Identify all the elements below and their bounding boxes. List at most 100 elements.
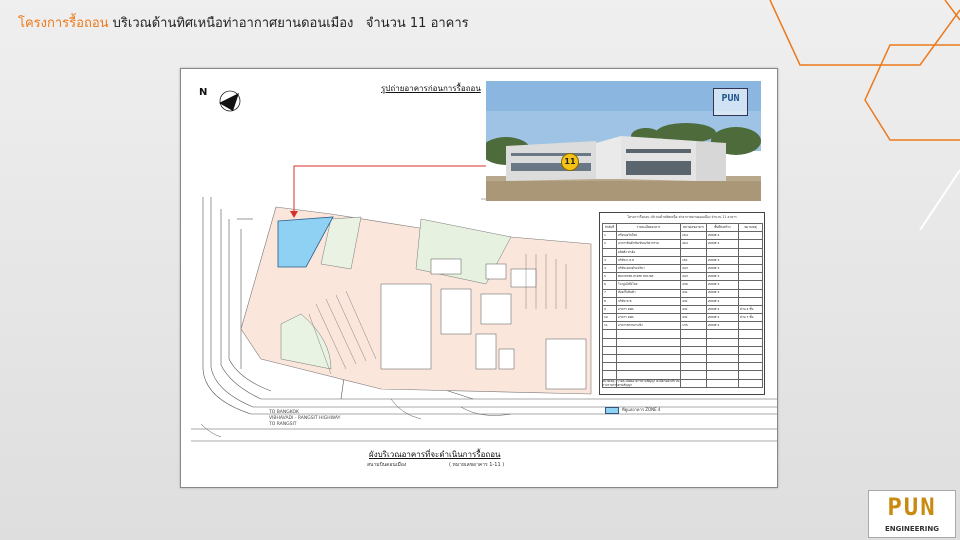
logo-subtitle: ENGINEERING bbox=[884, 525, 939, 533]
table-cell bbox=[706, 353, 739, 364]
table-note: หมายเหตุ : รายละเอียดอาคารตามสัญญา ดังนี… bbox=[602, 379, 762, 387]
photo-caption: รูปถ่ายอาคารก่อนการรื้อถอน bbox=[381, 84, 481, 93]
table-cell: ZONE 4 bbox=[706, 296, 739, 306]
table-cell bbox=[706, 345, 739, 356]
table-cell bbox=[602, 337, 617, 347]
table-cell: 441 bbox=[680, 304, 707, 315]
table-row: 9 อาคาร ดอด 441 ZONE 4 ส่วน 4 ชั้น bbox=[602, 304, 763, 315]
table-row: ผลิตสิ่ง ท่าอ้อ bbox=[602, 247, 763, 257]
table-row bbox=[602, 362, 763, 372]
table-cell bbox=[738, 239, 763, 249]
table-cell bbox=[738, 362, 763, 372]
table-cell: 135 bbox=[680, 321, 707, 331]
map-subcaption: สนามบินดอนเมือง bbox=[367, 462, 407, 468]
zone-legend: ที่ดูแลอาคาร ZONE 4 bbox=[605, 406, 660, 414]
table-cell bbox=[706, 329, 739, 339]
building-photo: 11 PUN bbox=[486, 81, 761, 201]
site-plan-sheet: N 11 PUN รูปถ่ายอาคารก่อนการรื้อถอน โครง… bbox=[180, 68, 778, 488]
table-cell: 4 bbox=[602, 263, 617, 274]
table-row bbox=[602, 345, 763, 356]
table-cell bbox=[680, 370, 707, 380]
table-cell: โรงปูนไม้นิโลย bbox=[616, 280, 681, 290]
building-list-table-box: โครงการรื้อถอน บริเวณด้านทิศเหนือ ท่าอาก… bbox=[599, 212, 765, 395]
table-cell: บริษัท อยกดำมนริยา bbox=[616, 263, 681, 274]
table-cell bbox=[738, 345, 763, 356]
table-cell: 9 bbox=[602, 304, 617, 315]
table-row: 7 ห้องเก็บสินค้า 441 ZONE 4 bbox=[602, 288, 763, 298]
table-cell bbox=[738, 288, 763, 298]
table-cell: ZONE 4 bbox=[706, 263, 739, 274]
table-cell: 441 bbox=[680, 313, 707, 323]
table-cell bbox=[706, 362, 739, 372]
table-row bbox=[602, 353, 763, 364]
table-row: 10 อาคาร ดอด 441 ZONE 4 ส่วน 7 ชั้น bbox=[602, 313, 763, 323]
table-cell: 441 bbox=[680, 296, 707, 306]
table-cell: ZONE 4 bbox=[706, 272, 739, 282]
table-cell bbox=[738, 296, 763, 306]
table-cell bbox=[738, 255, 763, 265]
table-row: 11 อาคารสถานกระทิง 135 ZONE 4 bbox=[602, 321, 763, 331]
table-cell: หรือรองรับใหม่ bbox=[616, 231, 681, 241]
table-cell bbox=[616, 370, 681, 380]
table-cell: 161 bbox=[680, 255, 707, 265]
table-cell: 164 bbox=[680, 231, 707, 241]
table-cell: ZONE 4 bbox=[706, 255, 739, 265]
north-arrow-icon bbox=[219, 90, 241, 112]
table-cell bbox=[738, 247, 763, 257]
table-cell bbox=[602, 345, 617, 356]
table-cell bbox=[602, 353, 617, 364]
table-cell: 436 bbox=[680, 280, 707, 290]
building-list-table: ลำดับที่ รายละเอียดอาคาร หมายเลขอาคาร พื… bbox=[602, 222, 763, 388]
table-cell: ผลิตสิ่ง ท่าอ้อ bbox=[616, 247, 681, 257]
road-label: TO RANGSIT bbox=[269, 422, 297, 427]
table-cell bbox=[616, 337, 681, 347]
table-cell bbox=[706, 370, 739, 380]
table-cell: 443 bbox=[680, 272, 707, 282]
table-cell bbox=[602, 370, 617, 380]
table-cell: 11 bbox=[602, 321, 617, 331]
table-cell: บริษัท ก.ส.ท bbox=[616, 255, 681, 265]
column-header: รายละเอียดอาคาร bbox=[616, 222, 681, 233]
table-cell: ส่วน 4 ชั้น bbox=[738, 304, 763, 315]
table-cell bbox=[738, 263, 763, 274]
photo-watermark-logo: PUN bbox=[713, 88, 748, 116]
table-cell: ZONE 4 bbox=[706, 239, 739, 249]
table-cell bbox=[616, 353, 681, 364]
table-cell: BOOSTER PUMP HOUSE bbox=[616, 272, 681, 282]
table-row: 5 BOOSTER PUMP HOUSE 443 ZONE 4 bbox=[602, 272, 763, 282]
table-cell: 7 bbox=[602, 288, 617, 298]
table-row bbox=[602, 329, 763, 339]
table-cell bbox=[680, 353, 707, 364]
table-cell bbox=[738, 329, 763, 339]
table-cell bbox=[680, 337, 707, 347]
table-row: 1 หรือรองรับใหม่ 164 ZONE 4 bbox=[602, 231, 763, 241]
building-number-badge: 11 bbox=[561, 153, 579, 171]
table-cell bbox=[738, 280, 763, 290]
column-header: พื้นที่ก่อสร้าง bbox=[706, 222, 739, 233]
map-caption: ผังบริเวณอาคารที่จะดำเนินการรื้อถอน bbox=[369, 450, 501, 459]
road-label: TO BANGKOK bbox=[269, 410, 299, 415]
table-row: 8 บริษัท ช.ช. 441 ZONE 4 bbox=[602, 296, 763, 306]
zone-swatch bbox=[605, 406, 619, 414]
title-count: จำนวน 11 อาคาร bbox=[365, 16, 469, 31]
table-row bbox=[602, 370, 763, 380]
title-location: บริเวณด้านทิศเหนือท่าอากาศยานดอนเมือง bbox=[112, 16, 354, 31]
table-cell bbox=[706, 337, 739, 347]
road-label: VIBHAVADI - RANGSIT HIGHWAY bbox=[269, 416, 341, 421]
table-cell: ZONE 4 bbox=[706, 280, 739, 290]
map-subcaption-range: ( หมายเลขอาคาร 1-11 ) bbox=[449, 462, 505, 468]
table-cell: ห้องเก็บสินค้า bbox=[616, 288, 681, 298]
table-cell bbox=[680, 247, 707, 257]
table-cell bbox=[602, 329, 617, 339]
table-cell: ส่วน 7 ชั้น bbox=[738, 313, 763, 323]
table-cell: ZONE 4 bbox=[706, 321, 739, 331]
table-cell bbox=[738, 231, 763, 241]
table-cell bbox=[706, 247, 739, 257]
table-cell: 1 bbox=[602, 231, 617, 241]
table-cell: 2 bbox=[602, 239, 617, 249]
logo-mark: PUN bbox=[887, 493, 937, 521]
column-header: ลำดับที่ bbox=[602, 222, 617, 233]
table-cell bbox=[738, 321, 763, 331]
table-cell: 5 bbox=[602, 272, 617, 282]
table-cell bbox=[602, 247, 617, 257]
